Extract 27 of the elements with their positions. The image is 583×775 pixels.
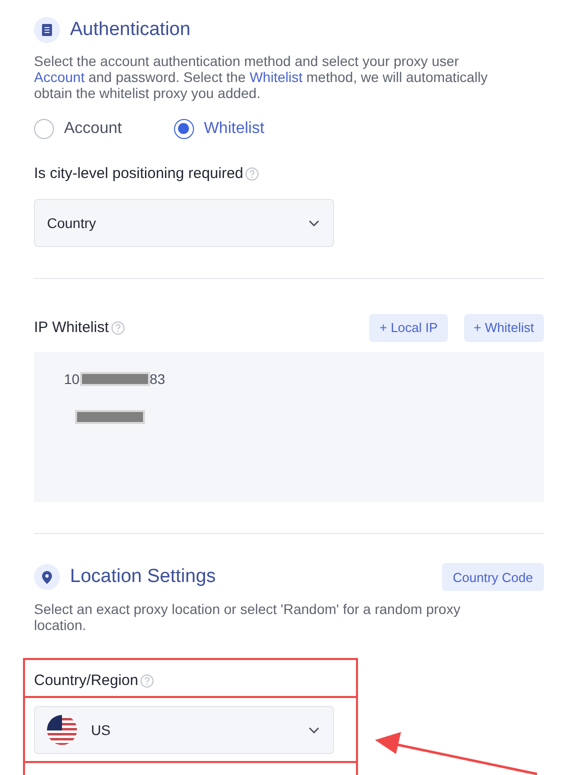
section-title: Location Settings <box>70 565 217 589</box>
ip-text: 83 <box>150 370 166 388</box>
radio-label[interactable]: Whitelist <box>204 116 264 140</box>
field-label: Is city-level positioning required <box>34 164 244 184</box>
flag-icon <box>47 715 77 745</box>
account-link[interactable]: Account <box>34 68 85 84</box>
add-button[interactable]: + Whitelist <box>464 314 544 342</box>
location-pin-icon <box>34 564 60 590</box>
field-label: Country/Region <box>34 670 138 690</box>
help-icon <box>110 321 125 335</box>
country-code-button[interactable]: Country Code <box>442 563 544 592</box>
add-button[interactable]: + Local IP <box>369 314 448 342</box>
section-description: Select the account authentication method and select your proxy user Account and password. Select the Whitelist method, we will automatically obtain the whitelist proxy you added. <box>34 52 489 100</box>
select-field[interactable]: US <box>34 706 334 754</box>
radio-button[interactable] <box>34 118 54 138</box>
radio-label[interactable]: Account <box>64 116 122 140</box>
help-icon <box>245 166 260 181</box>
help-icon <box>140 674 154 688</box>
radio-button[interactable] <box>174 118 194 138</box>
field-label: IP Whitelist <box>34 318 109 338</box>
document-icon <box>34 17 60 44</box>
whitelist-link[interactable]: Whitelist <box>250 68 302 84</box>
select-field[interactable]: Country <box>34 199 334 247</box>
section-title: Authentication <box>70 18 190 42</box>
ip-text: 10 <box>64 370 80 388</box>
whitelist-text-area[interactable]: 10 83 <box>34 352 544 502</box>
section-description: Select an exact proxy location or select 'Random' for a random proxy location. <box>34 600 462 632</box>
